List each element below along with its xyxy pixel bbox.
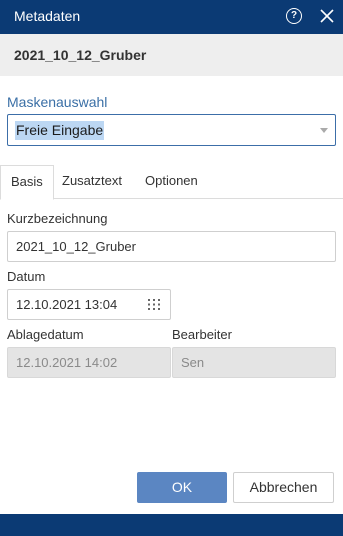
tab-zusatztext[interactable]: Zusatztext — [52, 165, 132, 199]
bearbeiter-label: Bearbeiter — [172, 327, 232, 342]
help-icon[interactable]: ? — [286, 8, 302, 24]
dialog-titlebar: Metadaten ? — [0, 0, 343, 34]
dialog-title: Metadaten — [14, 8, 81, 24]
dialog-footer-bar — [0, 514, 343, 536]
bearbeiter-field: Sen — [172, 347, 336, 378]
ablagedatum-field: 12.10.2021 14:02 — [7, 347, 171, 378]
ok-button[interactable]: OK — [137, 472, 227, 503]
mask-selection-label: Maskenauswahl — [7, 94, 108, 110]
document-name: 2021_10_12_Gruber — [14, 47, 147, 63]
ablagedatum-label: Ablagedatum — [7, 327, 84, 342]
datum-label: Datum — [7, 269, 46, 284]
close-icon[interactable] — [318, 7, 336, 25]
mask-selection-value: Freie Eingabe — [15, 121, 105, 140]
calendar-icon[interactable] — [148, 299, 160, 310]
kurzbezeichnung-input[interactable]: 2021_10_12_Gruber — [7, 231, 336, 262]
chevron-down-icon[interactable] — [320, 128, 328, 133]
tab-bar: Basis Zusatztext Optionen — [0, 165, 343, 200]
datum-input[interactable]: 12.10.2021 13:04 — [7, 289, 171, 320]
document-header: 2021_10_12_Gruber — [0, 34, 343, 76]
cancel-button[interactable]: Abbrechen — [233, 472, 334, 503]
tab-optionen[interactable]: Optionen — [135, 165, 208, 199]
datum-value: 12.10.2021 13:04 — [16, 297, 118, 312]
mask-selection-dropdown[interactable]: Freie Eingabe — [7, 114, 336, 146]
tab-basis[interactable]: Basis — [0, 165, 54, 200]
kurzbezeichnung-label: Kurzbezeichnung — [7, 211, 108, 226]
